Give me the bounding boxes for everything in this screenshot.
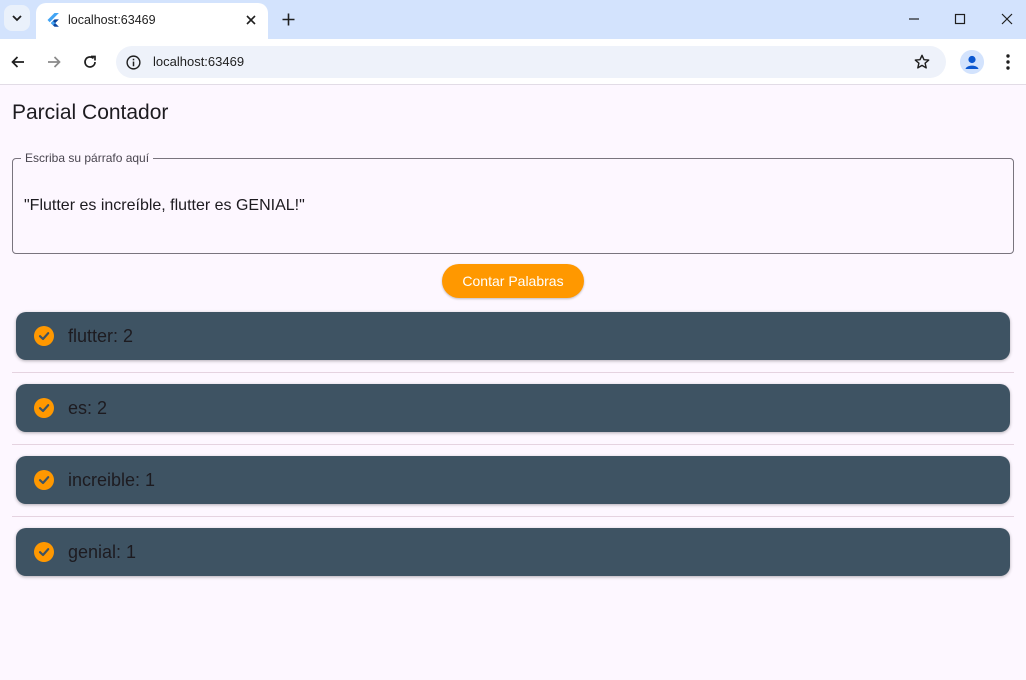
result-divider	[12, 444, 1014, 445]
browser-toolbar: localhost:63469	[0, 39, 1026, 85]
result-card: genial: 1	[16, 528, 1010, 576]
paragraph-input[interactable]	[24, 197, 984, 215]
close-icon	[246, 15, 256, 25]
profile-icon	[960, 50, 984, 74]
reload-button[interactable]	[79, 51, 101, 73]
check-circle-icon	[34, 470, 54, 490]
result-card: increible: 1	[16, 456, 1010, 504]
window-close-button[interactable]	[997, 9, 1017, 29]
check-circle-icon	[34, 326, 54, 346]
paragraph-field-label: Escriba su párrafo aquí	[21, 151, 154, 165]
info-icon	[125, 54, 141, 70]
result-label: flutter: 2	[68, 326, 134, 346]
chevron-down-icon	[12, 15, 22, 22]
result-label: es: 2	[68, 398, 108, 418]
count-words-button[interactable]: Contar Palabras	[442, 264, 584, 298]
window-close-icon	[1001, 13, 1013, 25]
new-tab-button[interactable]	[278, 9, 298, 29]
check-circle-icon	[34, 542, 54, 562]
result-card: flutter: 2	[16, 312, 1010, 360]
address-bar[interactable]: localhost:63469	[116, 46, 946, 78]
result-divider	[12, 372, 1014, 373]
tab-close-button[interactable]	[242, 11, 260, 29]
paragraph-field[interactable]: Escriba su párrafo aquí	[12, 151, 1014, 254]
tab-title: localhost:63469	[68, 13, 156, 27]
site-info-button[interactable]	[124, 53, 142, 71]
kebab-menu-icon	[1006, 54, 1010, 70]
star-icon	[914, 54, 930, 69]
check-circle-icon	[34, 398, 54, 418]
minimize-icon	[909, 18, 919, 20]
reload-icon	[84, 55, 96, 68]
back-button[interactable]	[7, 51, 29, 73]
result-divider	[12, 516, 1014, 517]
url-text: localhost:63469	[153, 54, 245, 69]
bookmark-button[interactable]	[912, 52, 932, 72]
back-icon	[11, 56, 24, 68]
maximize-icon	[954, 13, 966, 25]
app-title: Parcial Contador	[12, 101, 169, 124]
result-label: increible: 1	[68, 470, 156, 490]
browser-tab[interactable]: localhost:63469	[36, 3, 268, 39]
plus-icon	[282, 13, 294, 25]
forward-button[interactable]	[43, 51, 65, 73]
browser-tab-strip: localhost:63469	[0, 0, 1026, 39]
result-card: es: 2	[16, 384, 1010, 432]
minimize-button[interactable]	[904, 9, 924, 29]
profile-button[interactable]	[960, 50, 984, 74]
flutter-icon	[47, 13, 59, 27]
maximize-button[interactable]	[950, 9, 970, 29]
tab-search-button[interactable]	[4, 5, 30, 31]
forward-icon	[48, 56, 61, 68]
browser-menu-button[interactable]	[998, 51, 1018, 73]
result-label: genial: 1	[68, 542, 137, 562]
